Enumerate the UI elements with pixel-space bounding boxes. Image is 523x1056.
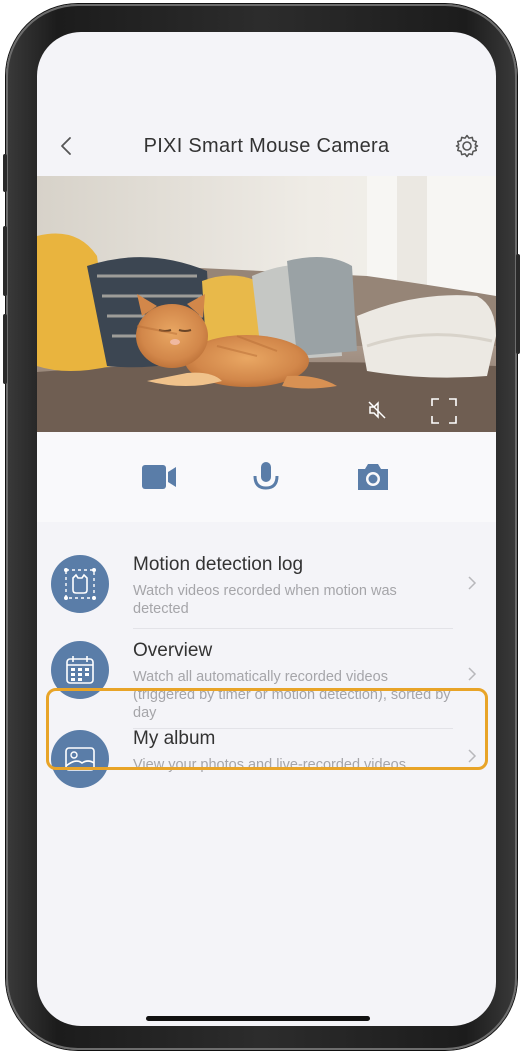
volume-down-button: [3, 314, 7, 384]
chevron-right-icon: [468, 667, 477, 681]
live-video-feed[interactable]: [37, 176, 496, 432]
page-title: PIXI Smart Mouse Camera: [143, 134, 390, 157]
motion-frame-icon: [51, 555, 109, 613]
chevron-right-icon: [468, 576, 477, 590]
speaker-muted-icon[interactable]: [367, 400, 387, 420]
menu-item-overview[interactable]: Overview Watch all automatically recorde…: [37, 628, 496, 729]
menu-item-label: Motion detection log: [133, 554, 304, 575]
record-video-button[interactable]: [139, 456, 181, 498]
camera-controls: [37, 432, 496, 522]
menu-item-my-album[interactable]: My album View your photos and live-recor…: [37, 724, 496, 810]
app-header: PIXI Smart Mouse Camera: [37, 116, 496, 176]
camera-icon: [357, 464, 388, 490]
fullscreen-icon[interactable]: [429, 396, 459, 426]
calendar-icon: [51, 641, 109, 699]
menu-item-desc: View your photos and live-recorded video…: [133, 757, 406, 773]
gear-icon[interactable]: [454, 133, 480, 159]
snapshot-button[interactable]: [352, 456, 394, 498]
video-camera-icon: [142, 465, 177, 489]
menu-item-desc: Watch videos recorded when motion was de…: [133, 583, 397, 617]
menu-item-label: Overview: [133, 640, 213, 661]
feature-menu: Motion detection log Watch videos record…: [37, 542, 496, 810]
microphone-icon: [253, 462, 279, 490]
power-button: [516, 254, 520, 354]
menu-item-motion-log[interactable]: Motion detection log Watch videos record…: [37, 542, 496, 629]
app-screen: PIXI Smart Mouse Camera Motion detection…: [37, 32, 496, 1026]
microphone-button[interactable]: [245, 456, 287, 498]
chevron-right-icon: [468, 749, 477, 763]
cat-on-sofa-image: [37, 176, 496, 432]
mute-switch: [3, 154, 7, 192]
menu-item-label: My album: [133, 728, 216, 749]
menu-item-desc: Watch all automatically recorded videos …: [133, 669, 451, 721]
photo-icon: [51, 730, 109, 788]
chevron-left-icon[interactable]: [55, 134, 79, 158]
volume-up-button: [3, 226, 7, 296]
home-indicator[interactable]: [146, 1016, 370, 1021]
